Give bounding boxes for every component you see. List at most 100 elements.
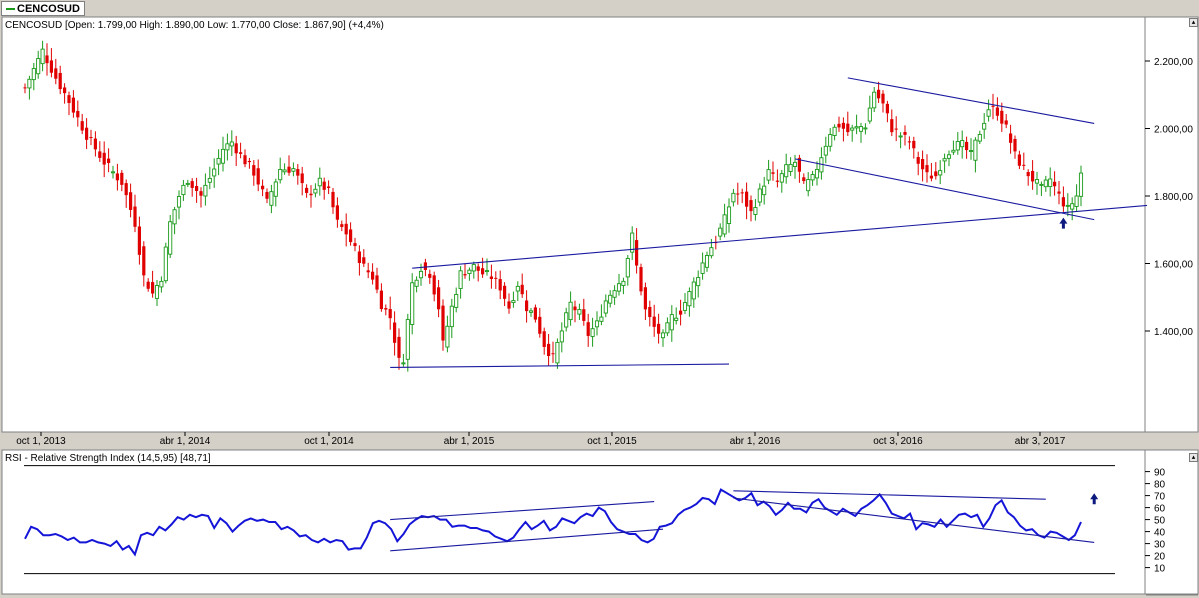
candle-body (1057, 191, 1061, 194)
candle-body (1034, 179, 1040, 184)
rsi-y-tick-label: 20 (1154, 552, 1166, 563)
candle-body (498, 279, 502, 291)
rsi-y-tick-label: 40 (1154, 528, 1166, 539)
candle-body (885, 103, 889, 114)
date-tick-label: oct 1, 2015 (587, 436, 637, 447)
candle-body (353, 243, 357, 247)
candle-body (168, 221, 173, 255)
candle-body (533, 307, 537, 320)
candle-body (608, 294, 613, 304)
candle-body (863, 127, 868, 130)
candle-body (590, 328, 595, 337)
candle-body (216, 157, 221, 165)
candle-body (1048, 178, 1053, 188)
candle-body (586, 322, 590, 336)
candle-body (603, 300, 608, 314)
candle-body (547, 343, 551, 357)
candle-body (185, 182, 190, 185)
candle-body (278, 168, 283, 181)
candle-body (973, 139, 978, 161)
candle-body (1043, 179, 1048, 188)
candle-body (414, 279, 419, 287)
candle-body (366, 270, 370, 273)
candle-body (437, 287, 441, 310)
collapse-price-panel-button[interactable]: ▴ (1189, 18, 1198, 27)
candle-body (405, 319, 410, 360)
date-tick-label: oct 1, 2013 (16, 436, 66, 447)
candle-body (921, 159, 925, 170)
candle-body (568, 301, 573, 321)
date-tick-label: oct 3, 2016 (873, 436, 923, 447)
candle-body (616, 283, 622, 292)
candle-body (823, 145, 828, 156)
candle-body (1017, 154, 1021, 166)
candle-body (146, 281, 150, 289)
candle-body (757, 188, 762, 203)
candle-body (555, 341, 560, 364)
candle-body (133, 206, 137, 227)
candle-body (594, 320, 600, 328)
candle-body (986, 109, 991, 117)
candle-body (1074, 195, 1079, 207)
candle-body (696, 277, 701, 287)
candle-body (1026, 171, 1030, 177)
candle-body (107, 158, 111, 163)
candle-body (344, 223, 348, 235)
candle-body (476, 266, 480, 271)
rsi-y-tick-label: 80 (1154, 480, 1166, 491)
candle-body (612, 290, 617, 298)
candle-body (142, 246, 146, 276)
candle-body (441, 305, 445, 341)
candle-body (779, 173, 784, 183)
candle-body (190, 181, 194, 188)
candle-body (718, 227, 723, 237)
candle-body (652, 316, 656, 327)
candle-body (317, 177, 322, 187)
rsi-axis-panel (1144, 449, 1199, 595)
candle-body (137, 226, 141, 255)
candle-body (172, 209, 177, 225)
candle-body (229, 141, 234, 147)
candle-body (660, 332, 666, 339)
candle-body (371, 271, 375, 280)
candle-body (124, 183, 128, 196)
date-tick-label: abr 1, 2015 (444, 436, 495, 447)
candle-body (621, 280, 626, 286)
rsi-legend: RSI - Relative Strength Index (14,5,95) … (5, 453, 211, 464)
candle-body (766, 169, 771, 181)
candle-body (252, 165, 256, 176)
candle-body (458, 270, 463, 289)
candle-body (1053, 181, 1057, 187)
candle-body (762, 185, 767, 196)
candle-body (832, 126, 837, 136)
candle-body (80, 121, 84, 131)
rsi-y-tick-label: 30 (1154, 540, 1166, 551)
candle-body (841, 122, 845, 129)
candle-body (709, 247, 714, 257)
candle-body (305, 187, 309, 193)
candle-body (449, 305, 454, 328)
candle-body (40, 48, 45, 65)
candle-body (375, 275, 379, 290)
candle-body (753, 207, 758, 215)
candle-body (481, 268, 485, 275)
collapse-rsi-panel-button[interactable]: ▴ (1189, 453, 1198, 462)
candle-body (291, 168, 296, 172)
candle-body (445, 325, 450, 348)
candle-body (903, 131, 907, 135)
candle-body (679, 310, 683, 315)
candle-body (115, 173, 119, 181)
candle-body (559, 330, 564, 343)
candle-body (27, 78, 32, 89)
candle-body (991, 105, 995, 107)
candle-body (340, 224, 344, 227)
candle-body (467, 269, 472, 275)
candle-body (551, 353, 555, 355)
candle-body (85, 127, 89, 140)
candle-body (745, 191, 749, 207)
candle-body (722, 214, 727, 235)
price-y-tick-label: 2.000,00 (1154, 125, 1193, 136)
candle-body (858, 126, 864, 132)
candle-body (269, 191, 274, 206)
candle-body (577, 309, 582, 315)
